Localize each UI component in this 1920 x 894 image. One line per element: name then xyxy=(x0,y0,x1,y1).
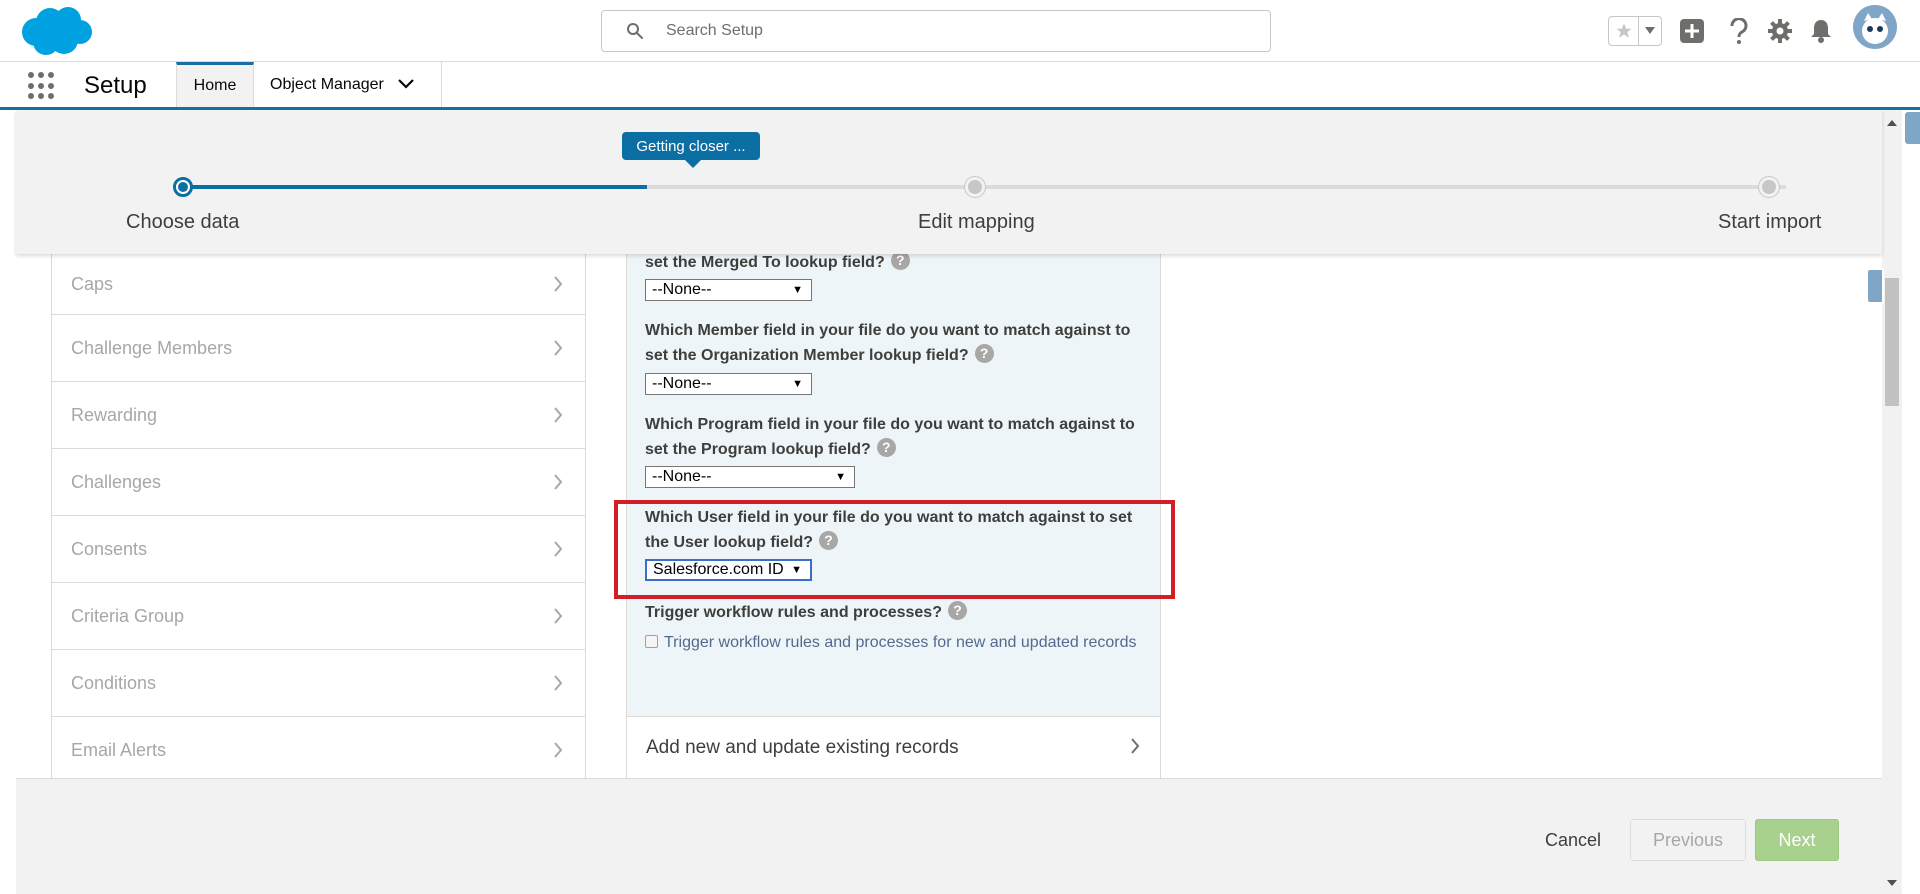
program-select[interactable]: --None-- ▼ xyxy=(645,466,855,488)
org-member-select-value: --None-- xyxy=(652,375,712,392)
tab-home[interactable]: Home xyxy=(176,62,254,107)
help-icon[interactable] xyxy=(1723,15,1755,47)
chevron-right-icon xyxy=(553,474,563,495)
trigger-checkbox-label: Trigger workflow rules and processes for… xyxy=(664,634,1137,651)
search-setup-box[interactable] xyxy=(601,10,1271,52)
step-label-edit-mapping: Edit mapping xyxy=(918,211,1035,233)
list-item[interactable]: Criteria Group xyxy=(52,583,585,650)
chevron-right-icon xyxy=(553,340,563,361)
list-item-label: Email Alerts xyxy=(71,739,167,760)
wizard-footer: Cancel Previous Next xyxy=(16,778,1882,894)
progress-track-fill xyxy=(182,185,648,189)
page-scrollbar[interactable] xyxy=(1882,110,1902,894)
tab-home-label: Home xyxy=(193,77,237,94)
search-icon xyxy=(626,22,644,40)
merged-to-question-text: set the Merged To lookup field? xyxy=(645,254,885,271)
dropdown-arrow-icon: ▼ xyxy=(792,378,803,390)
list-item-label: Challenge Members xyxy=(71,337,233,358)
dropdown-arrow-icon: ▼ xyxy=(835,471,846,483)
help-icon[interactable]: ? xyxy=(876,438,896,457)
scroll-down-arrow-icon[interactable] xyxy=(1887,880,1897,886)
next-button[interactable]: Next xyxy=(1755,819,1839,861)
chevron-right-icon xyxy=(1130,738,1140,760)
app-navigation-bar: Setup Home Object Manager xyxy=(0,62,1920,110)
scrollbar-thumb[interactable] xyxy=(1885,278,1899,406)
app-launcher-icon[interactable] xyxy=(28,72,56,100)
favorites-star-icon[interactable] xyxy=(1609,17,1639,45)
annotation-highlight-box xyxy=(614,500,1175,599)
list-item[interactable]: Challenge Members xyxy=(52,315,585,382)
org-member-question-text: Which Member field in your file do you w… xyxy=(645,322,1131,364)
list-item[interactable]: Consents xyxy=(52,516,585,583)
tab-object-manager[interactable]: Object Manager xyxy=(254,62,442,107)
list-item-label: Challenges xyxy=(71,471,162,492)
import-operation-row[interactable]: Add new and update existing records xyxy=(626,716,1161,778)
list-item-label: Criteria Group xyxy=(71,605,185,626)
step-indicator-start-import xyxy=(1759,177,1779,197)
side-panel-toggle-icon[interactable] xyxy=(1905,112,1920,144)
list-item[interactable]: Email Alerts xyxy=(52,717,585,778)
step-label-start-import: Start import xyxy=(1718,211,1822,233)
side-panel-collapse-icon[interactable] xyxy=(1866,268,1884,304)
step-indicator-choose-data xyxy=(173,177,193,197)
step-label-choose-data: Choose data xyxy=(126,211,240,233)
list-item-label: Rewarding xyxy=(71,404,158,425)
chevron-right-icon xyxy=(553,541,563,562)
help-icon[interactable]: ? xyxy=(947,601,967,620)
import-progress-header: Getting closer ... Choose data Edit mapp… xyxy=(16,110,1882,254)
lookup-mapping-panel: set the Merged To lookup field?? --None-… xyxy=(626,251,1161,716)
chevron-right-icon xyxy=(553,675,563,696)
salesforce-cloud-logo[interactable] xyxy=(18,6,94,58)
org-member-select[interactable]: --None-- ▼ xyxy=(645,373,812,395)
global-header xyxy=(0,0,1920,62)
setup-gear-icon[interactable] xyxy=(1764,15,1796,47)
chevron-right-icon xyxy=(553,742,563,763)
list-item[interactable]: Caps xyxy=(52,254,585,315)
import-operation-label: Add new and update existing records xyxy=(646,736,959,758)
object-list: Caps Challenge Members Rewarding Challen… xyxy=(51,254,586,778)
notifications-bell-icon[interactable] xyxy=(1805,15,1837,47)
list-item[interactable]: Challenges xyxy=(52,449,585,516)
merged-to-select-value: --None-- xyxy=(652,281,712,298)
previous-button[interactable]: Previous xyxy=(1630,819,1746,861)
list-item-label: Caps xyxy=(71,273,114,294)
scroll-up-arrow-icon[interactable] xyxy=(1887,120,1897,126)
dropdown-arrow-icon: ▼ xyxy=(792,284,803,296)
list-item[interactable]: Rewarding xyxy=(52,382,585,449)
chevron-right-icon xyxy=(553,608,563,629)
list-item-label: Consents xyxy=(71,538,148,559)
chevron-right-icon xyxy=(553,276,563,297)
chevron-right-icon xyxy=(553,407,563,428)
favorites-caret-icon[interactable] xyxy=(1639,17,1661,45)
add-icon[interactable] xyxy=(1676,15,1708,47)
list-item[interactable]: Conditions xyxy=(52,650,585,717)
chevron-down-icon[interactable] xyxy=(398,76,414,94)
program-select-value: --None-- xyxy=(652,468,712,485)
favorites-group[interactable] xyxy=(1608,16,1662,46)
step-indicator-edit-mapping xyxy=(965,177,985,197)
search-input[interactable] xyxy=(666,19,1246,43)
help-icon[interactable]: ? xyxy=(974,344,994,363)
merged-to-select[interactable]: --None-- ▼ xyxy=(645,279,812,301)
trigger-checkbox-row: Trigger workflow rules and processes for… xyxy=(645,632,1145,654)
trigger-workflow-checkbox[interactable] xyxy=(645,635,658,648)
tab-object-manager-label: Object Manager xyxy=(270,75,384,93)
cancel-button[interactable]: Cancel xyxy=(1530,819,1616,861)
app-name: Setup xyxy=(84,72,147,99)
trigger-question: Trigger workflow rules and processes?? xyxy=(645,600,1145,625)
program-question: Which Program field in your file do you … xyxy=(645,412,1145,462)
right-edge xyxy=(1902,110,1920,894)
progress-tooltip: Getting closer ... xyxy=(622,132,760,168)
trigger-question-text: Trigger workflow rules and processes? xyxy=(645,604,942,621)
list-item-label: Conditions xyxy=(71,672,157,693)
user-avatar[interactable] xyxy=(1853,5,1897,49)
org-member-question: Which Member field in your file do you w… xyxy=(645,318,1145,368)
